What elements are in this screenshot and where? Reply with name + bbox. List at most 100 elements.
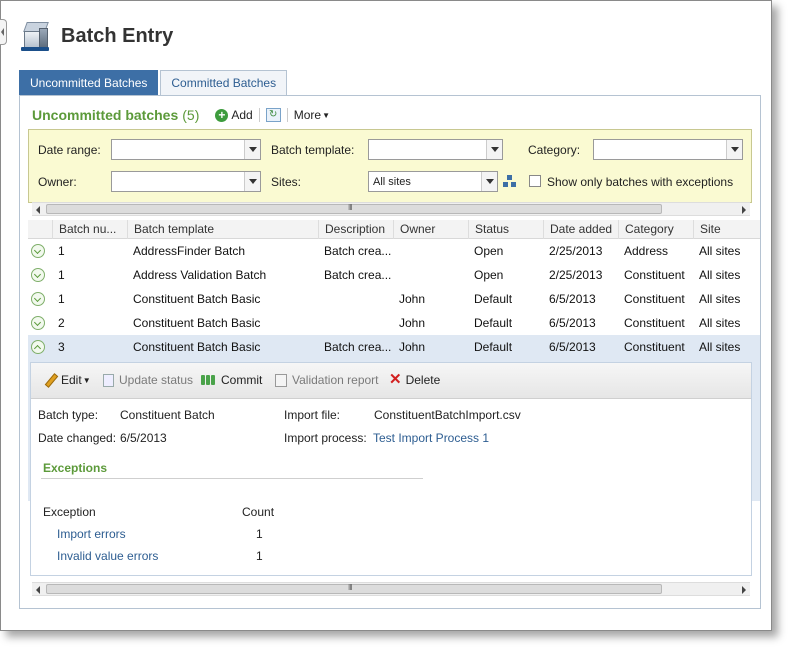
cell-batch-template: Address Validation Batch — [133, 268, 267, 282]
owner-select[interactable] — [111, 171, 261, 192]
commit-button[interactable]: Commit — [201, 373, 262, 387]
panel-title: Uncommitted batches — [32, 107, 179, 123]
date-range-select[interactable] — [111, 139, 261, 160]
grid-horizontal-scrollbar[interactable]: III — [32, 582, 750, 596]
cell-status: Default — [474, 292, 513, 306]
column-header-site[interactable]: Site — [693, 220, 760, 239]
sites-select[interactable]: All sites — [368, 171, 498, 192]
chevron-down-icon[interactable] — [244, 140, 260, 159]
validation-report-button[interactable]: Validation report — [275, 373, 379, 387]
scroll-right-icon[interactable] — [742, 586, 746, 594]
import-errors-count: 1 — [256, 527, 263, 541]
import-file-value: ConstituentBatchImport.csv — [374, 408, 521, 422]
cell-batch-template: Constituent Batch Basic — [133, 292, 261, 306]
column-header-batch-template[interactable]: Batch template — [127, 220, 318, 239]
edit-button[interactable]: Edit ▼ — [45, 373, 91, 387]
grip-icon: III — [348, 203, 353, 212]
cell-status: Default — [474, 316, 513, 330]
cell-date-added: 2/25/2013 — [549, 268, 603, 282]
scroll-left-icon[interactable] — [36, 586, 40, 594]
chevron-down-icon[interactable] — [486, 140, 502, 159]
uncommitted-batches-panel: Uncommitted batches (5) + Add ↻ More ▼ D… — [19, 95, 761, 609]
scroll-thumb[interactable] — [46, 204, 662, 214]
edit-label: Edit — [61, 373, 82, 387]
date-range-label: Date range: — [38, 143, 101, 157]
batch-type-label: Batch type: — [38, 408, 99, 422]
refresh-icon[interactable]: ↻ — [265, 108, 281, 122]
exceptions-column-count: Count — [242, 505, 275, 519]
cell-category: Address — [624, 244, 669, 258]
divider — [41, 478, 423, 479]
import-file-label: Import file: — [284, 408, 341, 422]
batch-template-select[interactable] — [368, 139, 503, 160]
expand-icon[interactable] — [31, 292, 45, 306]
batch-type-value: Constituent Batch — [120, 408, 215, 422]
more-button[interactable]: More ▼ — [294, 108, 330, 122]
batch-entry-icon — [21, 20, 51, 52]
cell-status: Open — [474, 268, 504, 282]
batch-entry-window: Batch Entry Uncommitted Batches Committe… — [0, 0, 772, 631]
add-button[interactable]: + Add — [215, 108, 253, 122]
commit-label: Commit — [221, 373, 263, 387]
exceptions-checkbox[interactable] — [529, 175, 541, 187]
add-label: Add — [231, 108, 253, 122]
expand-icon[interactable] — [31, 268, 45, 282]
tab-uncommitted-batches[interactable]: Uncommitted Batches — [19, 70, 159, 95]
date-changed-value: 6/5/2013 — [120, 431, 167, 445]
column-header-category[interactable]: Category — [618, 220, 693, 239]
filter-horizontal-scrollbar[interactable]: III — [32, 202, 750, 216]
cell-category: Constituent — [624, 340, 685, 354]
invalid-value-errors-link[interactable]: Invalid value errors — [57, 549, 158, 563]
scroll-right-icon[interactable] — [742, 206, 746, 214]
cell-batch-number: 3 — [58, 340, 65, 354]
detail-toolbar: Edit ▼ Update status Commit Validation r… — [31, 363, 751, 399]
table-row[interactable]: 1 Constituent Batch Basic John Default 6… — [28, 287, 760, 311]
exceptions-title: Exceptions — [43, 461, 108, 475]
cell-status: Default — [474, 340, 513, 354]
table-row[interactable]: 1 Address Validation Batch Batch crea...… — [28, 263, 760, 287]
cell-description: Batch crea... — [324, 244, 392, 258]
toolbar-divider — [286, 108, 288, 122]
cell-date-added: 6/5/2013 — [549, 292, 596, 306]
chevron-down-icon: ▼ — [82, 375, 91, 385]
chevron-down-icon[interactable] — [481, 172, 497, 191]
cell-batch-number: 1 — [58, 244, 65, 258]
chevron-down-icon: ▼ — [322, 110, 330, 120]
tab-committed-batches[interactable]: Committed Batches — [160, 70, 288, 95]
cell-category: Constituent — [624, 292, 685, 306]
import-process-link[interactable]: Test Import Process 1 — [373, 431, 489, 445]
scroll-left-icon[interactable] — [36, 206, 40, 214]
panel-count: (5) — [182, 107, 200, 123]
chevron-down-icon[interactable] — [726, 140, 742, 159]
update-status-button[interactable]: Update status — [103, 373, 193, 387]
table-row[interactable]: 2 Constituent Batch Basic John Default 6… — [28, 311, 760, 335]
import-errors-link[interactable]: Import errors — [57, 527, 126, 541]
cell-owner — [393, 263, 468, 287]
cell-category: Constituent — [624, 268, 685, 282]
column-header-status[interactable]: Status — [468, 220, 543, 239]
table-row[interactable]: 1 AddressFinder Batch Batch crea... Open… — [28, 239, 760, 263]
scroll-thumb[interactable] — [46, 584, 662, 594]
cell-description — [318, 287, 393, 311]
column-header-description[interactable]: Description — [318, 220, 393, 239]
grip-icon: III — [348, 583, 353, 592]
cell-category: Constituent — [624, 316, 685, 330]
column-header-owner[interactable]: Owner — [393, 220, 468, 239]
expand-icon[interactable] — [31, 244, 45, 258]
expand-icon[interactable] — [31, 316, 45, 330]
cell-batch-template: AddressFinder Batch — [133, 244, 246, 258]
more-label: More — [293, 108, 322, 122]
category-select[interactable] — [593, 139, 743, 160]
owner-label: Owner: — [38, 175, 77, 189]
collapse-sidebar-handle[interactable] — [0, 19, 7, 45]
column-header-batch-number[interactable]: Batch nu... — [52, 220, 127, 239]
cell-description — [318, 311, 393, 335]
collapse-icon[interactable] — [31, 340, 45, 354]
sites-icon[interactable] — [503, 175, 516, 188]
chevron-down-icon[interactable] — [244, 172, 260, 191]
delete-label: Delete — [405, 373, 441, 387]
cell-batch-number: 2 — [58, 316, 65, 330]
column-header-date-added[interactable]: Date added — [543, 220, 618, 239]
delete-button[interactable]: ✕ Delete — [389, 372, 441, 387]
cell-date-added: 6/5/2013 — [549, 340, 596, 354]
